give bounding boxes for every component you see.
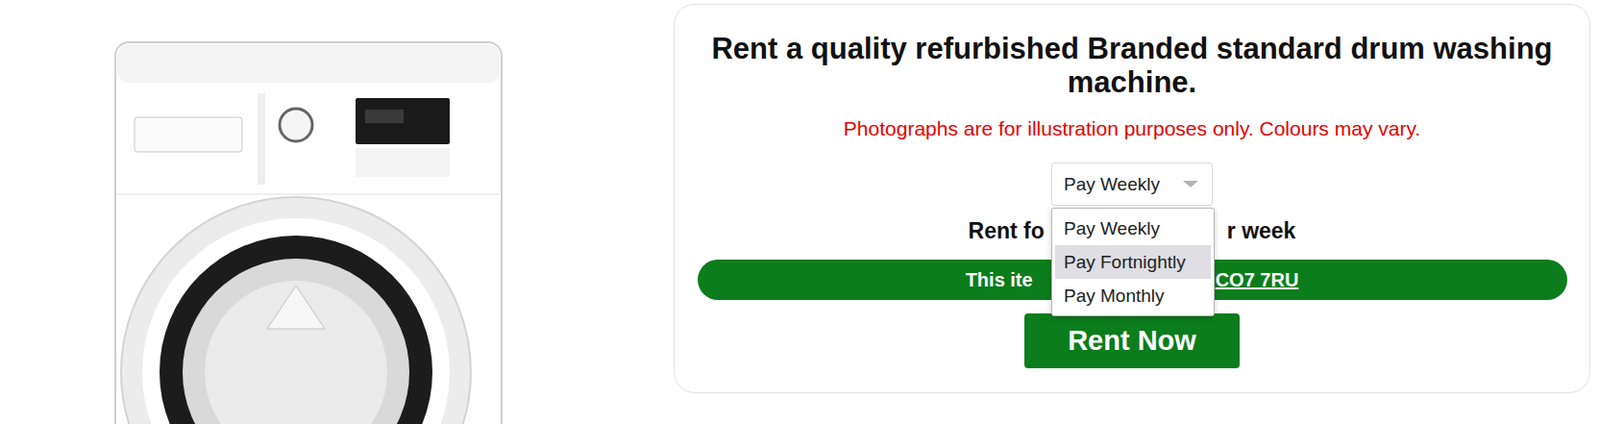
rent-now-button[interactable]: Rent Now [1024,313,1240,369]
caret-icon [1182,180,1199,188]
washing-machine-image [113,40,508,424]
payment-select-value: Pay Weekly [1063,173,1160,196]
product-page: Rent a quality refurbished Branded stand… [0,0,1600,424]
payment-select[interactable]: Pay WeeklyPay WeeklyPay FortnightlyPay M… [1051,162,1213,206]
payment-select-box[interactable]: Pay Weekly [1051,162,1213,206]
payment-menu: Pay WeeklyPay FortnightlyPay Monthly [1051,207,1215,317]
payment-option[interactable]: Pay Weekly [1055,211,1211,246]
product-title: Rent a quality refurbished Branded stand… [697,31,1567,99]
photo-notice: Photographs are for illustration purpose… [843,116,1421,142]
payment-option[interactable]: Pay Fortnightly [1055,245,1211,279]
payment-option[interactable]: Pay Monthly [1055,278,1211,313]
product-image-area [0,0,674,424]
postcode-link[interactable]: CO7 7RU [1215,269,1300,292]
rent-card: Rent a quality refurbished Branded stand… [673,3,1591,394]
